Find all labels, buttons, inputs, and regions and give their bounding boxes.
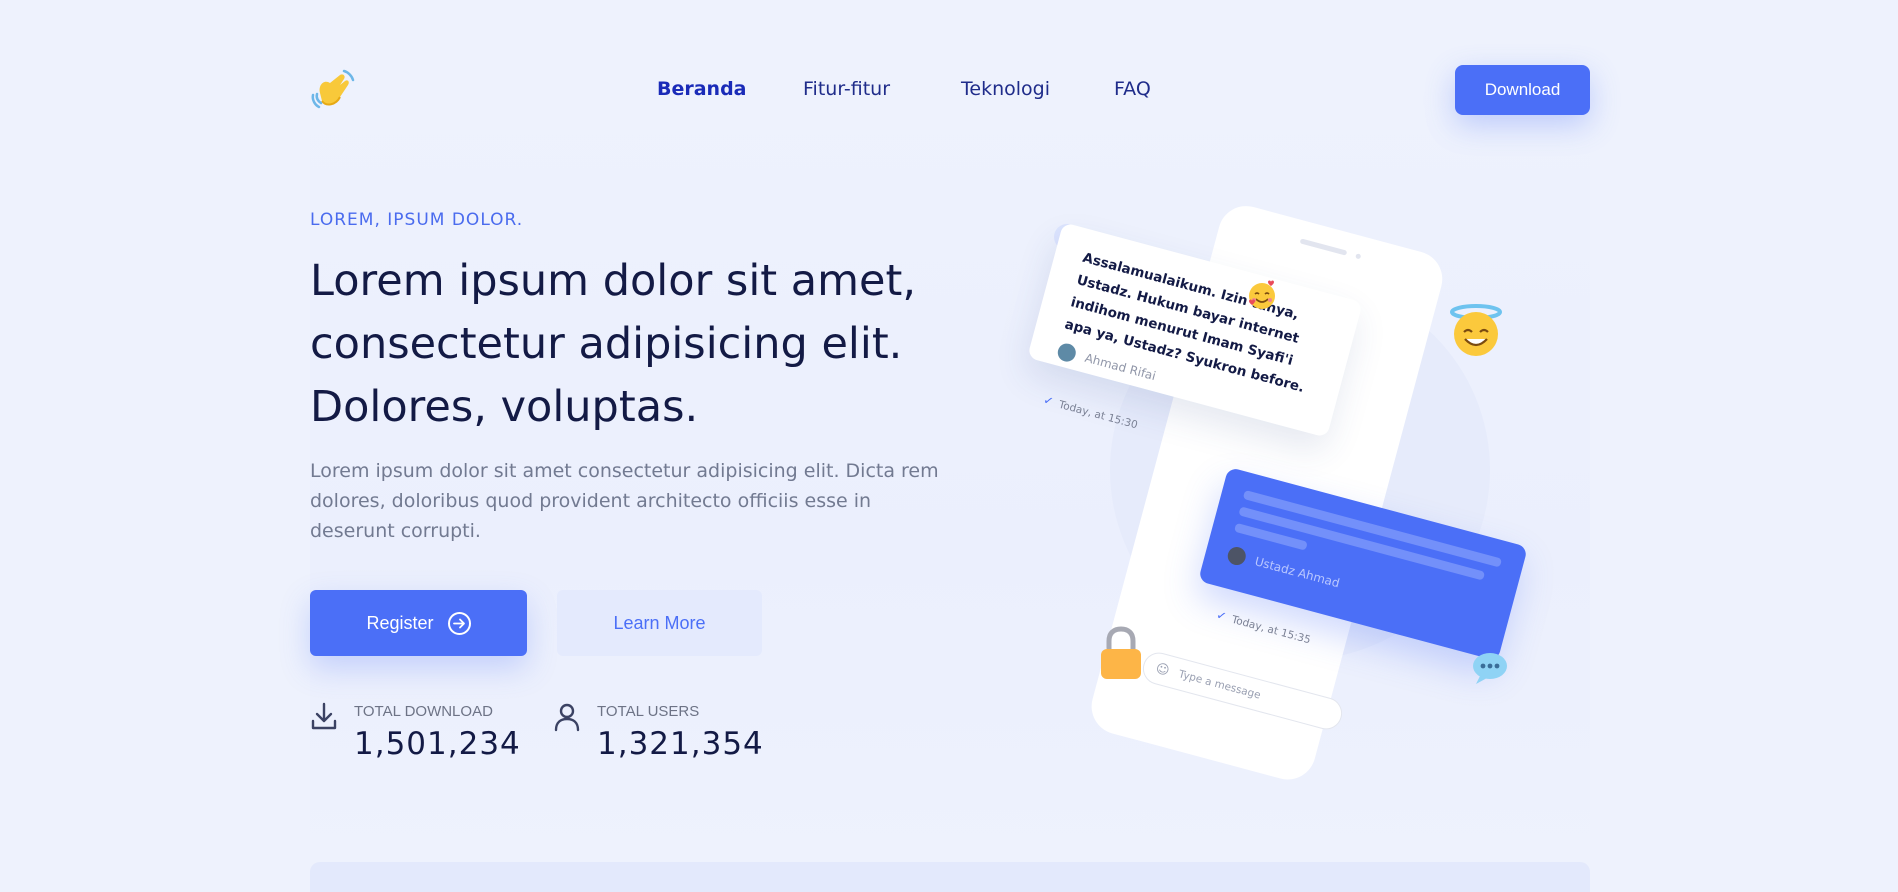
avatar <box>1225 545 1248 568</box>
user-icon <box>553 702 581 732</box>
stat-value: 1,501,234 <box>354 726 521 762</box>
headline-line: Dolores, voluptas. <box>310 382 699 432</box>
arrow-right-circle-icon <box>447 611 471 635</box>
stat-label: TOTAL DOWNLOAD <box>354 703 493 720</box>
nav-faq[interactable]: FAQ <box>1114 78 1151 100</box>
headline-line: consectetur adipisicing elit. <box>310 319 903 369</box>
nav-fitur-fitur[interactable]: Fitur-fitur <box>803 78 890 100</box>
hero-lead-text: Lorem ipsum dolor sit amet consectetur a… <box>310 460 939 542</box>
nav-teknologi[interactable]: Teknologi <box>961 78 1050 100</box>
register-label: Register <box>366 612 434 633</box>
headline-line: Lorem ipsum dolor sit amet, <box>310 256 917 306</box>
message-author: Ustadz Ahmad <box>1253 554 1342 591</box>
check-icon: ✓ <box>1041 392 1056 409</box>
chat-illustration: Assalamualaikum. Izin tanya, Ustadz. Huk… <box>1000 200 1560 780</box>
nav-beranda[interactable]: Beranda <box>657 78 747 100</box>
avatar <box>1055 341 1078 364</box>
main-nav: Beranda Fitur-fitur Teknologi FAQ <box>0 78 1898 102</box>
stat-label: TOTAL USERS <box>597 703 700 720</box>
next-section-preview <box>310 862 1590 892</box>
smiley-icon[interactable]: ☺ <box>1154 661 1171 679</box>
hero-headline: Lorem ipsum dolor sit amet, consectetur … <box>310 250 930 439</box>
speech-bubble-icon <box>1470 650 1510 690</box>
check-icon: ✓ <box>1214 607 1229 624</box>
lock-icon <box>1097 625 1145 687</box>
download-icon <box>310 702 338 732</box>
smiling-hearts-emoji-icon <box>1245 278 1279 316</box>
learn-more-button[interactable]: Learn More <box>557 590 762 656</box>
stat-value: 1,321,354 <box>597 726 764 762</box>
download-button[interactable]: Download <box>1455 65 1590 115</box>
register-button[interactable]: Register <box>310 590 527 656</box>
smiling-halo-emoji-icon <box>1448 302 1504 362</box>
hero-eyebrow: LOREM, IPSUM DOLOR. <box>310 210 524 230</box>
